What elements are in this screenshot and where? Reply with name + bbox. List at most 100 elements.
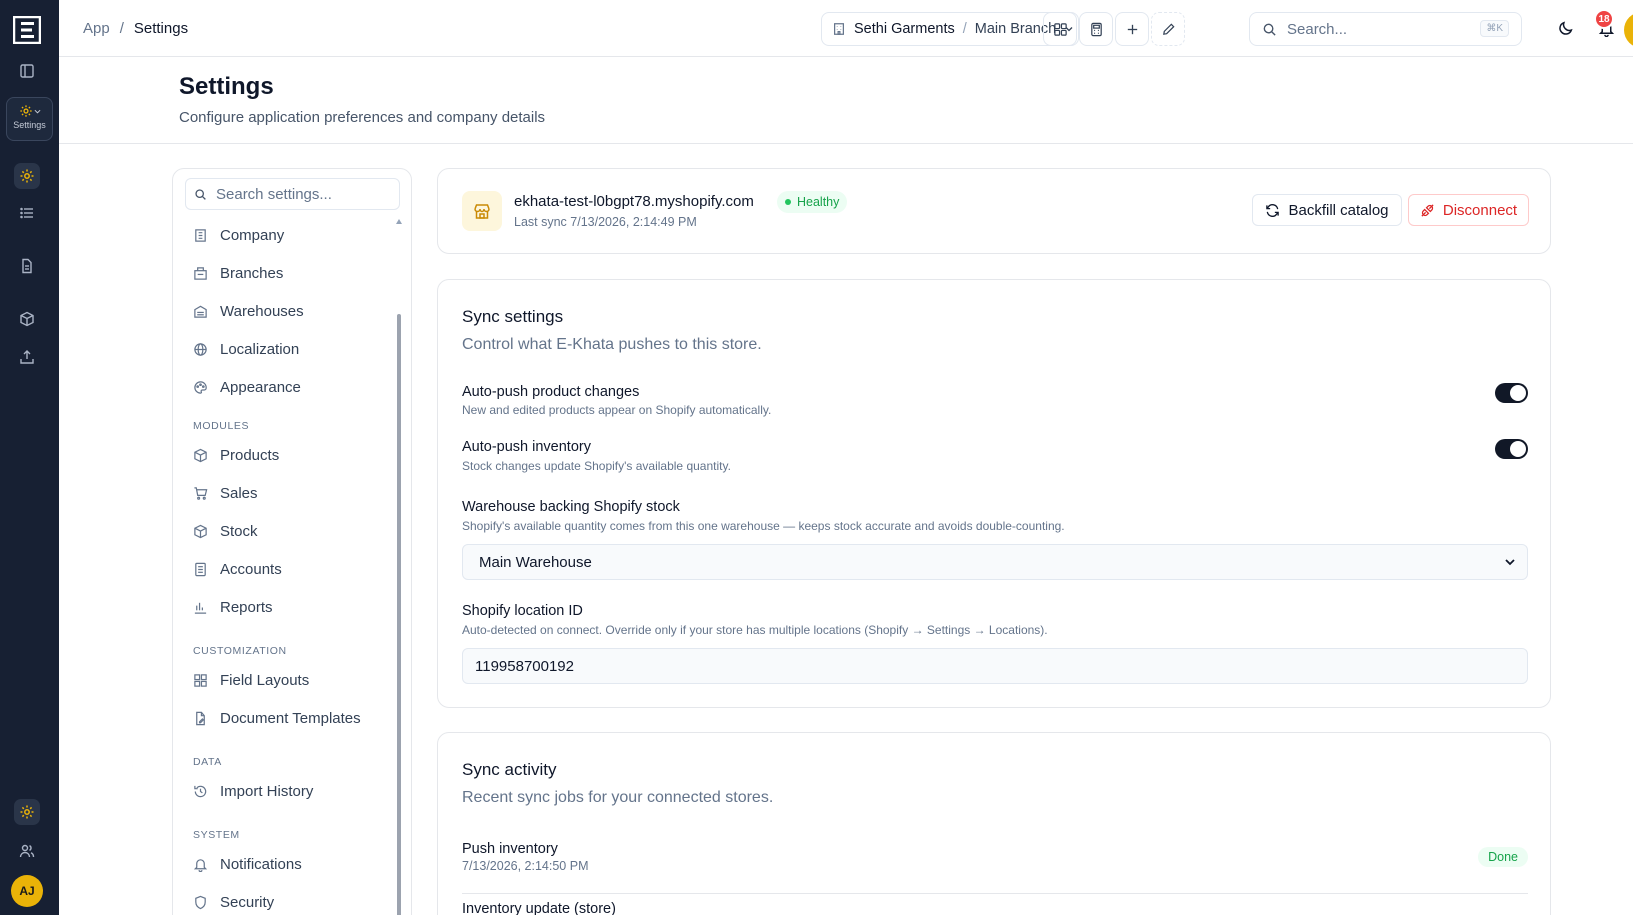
app-root: Settings AJ App / Settings Sethi Garment…: [0, 0, 1633, 915]
nav-item-label: Stock: [220, 522, 258, 540]
gear-icon: [19, 105, 32, 117]
warehouse-select[interactable]: Main Warehouse: [462, 544, 1528, 580]
disconnect-label: Disconnect: [1442, 201, 1518, 219]
search-icon: [195, 188, 206, 200]
rail-settings-icon[interactable]: [14, 163, 40, 189]
nav-item-stock[interactable]: Stock: [193, 519, 258, 543]
nav-item-reports[interactable]: Reports: [193, 595, 273, 619]
branch-separator: /: [962, 21, 967, 37]
nav-item-label: Document Templates: [220, 709, 361, 727]
nav-item-company[interactable]: Company: [193, 223, 284, 247]
status-badge: Healthy: [777, 191, 848, 213]
nav-item-field-layouts[interactable]: Field Layouts: [193, 668, 309, 692]
edit-layout-button[interactable]: [1151, 12, 1185, 46]
sync-activity-title: Sync activity: [462, 760, 557, 779]
rail-package-icon[interactable]: [14, 306, 40, 332]
store-icon: [462, 191, 502, 231]
sync-activity-subtitle: Recent sync jobs for your connected stor…: [462, 789, 774, 806]
app-rail: Settings AJ: [0, 0, 59, 915]
warehouse-help: Shopify's available quantity comes from …: [462, 519, 1065, 533]
building-icon: [195, 228, 206, 242]
nav-item-import-history[interactable]: Import History: [193, 779, 313, 803]
settings-nav: Search settings... Company Branches Ware…: [172, 168, 412, 915]
rail-document-icon[interactable]: [14, 253, 40, 279]
rail-users-icon[interactable]: [14, 838, 40, 864]
nav-item-label: Notifications: [220, 855, 302, 873]
scroll-up-arrow[interactable]: [396, 219, 402, 224]
backfill-catalog-button[interactable]: Backfill catalog: [1252, 194, 1402, 226]
sync-settings-card: Sync settings Control what E-Khata pushe…: [437, 279, 1551, 708]
building-icon: [834, 23, 844, 35]
disconnect-button[interactable]: Disconnect: [1408, 194, 1529, 226]
breadcrumb-current: Settings: [133, 20, 189, 37]
auto-push-inventory-help: Stock changes update Shopify's available…: [462, 459, 731, 473]
breadcrumb-root[interactable]: App: [83, 20, 110, 37]
nav-item-localization[interactable]: Localization: [193, 337, 299, 361]
package-icon: [194, 448, 207, 462]
nav-item-label: Localization: [220, 340, 300, 358]
nav-item-branches[interactable]: Branches: [193, 261, 283, 285]
avatar[interactable]: AJ: [11, 875, 43, 907]
auto-push-products-label: Auto-push product changes: [462, 384, 640, 400]
list-item[interactable]: Inventory update (store): [462, 901, 1528, 915]
nav-item-security[interactable]: Security: [193, 890, 274, 914]
job-status-badge: Done: [1478, 847, 1528, 867]
branch-switcher[interactable]: Sethi Garments / Main Branch: [821, 12, 1079, 46]
settings-tile-label: Settings: [13, 120, 46, 130]
job-title: Push inventory: [462, 841, 558, 857]
warehouse-icon: [194, 305, 207, 318]
calculator-button[interactable]: [1079, 12, 1113, 46]
location-id-label: Shopify location ID: [462, 603, 583, 619]
nav-item-notifications[interactable]: Notifications: [193, 852, 302, 876]
nav-section-customization: CUSTOMIZATION: [193, 645, 287, 657]
moon-icon: [1558, 20, 1573, 35]
nav-section-modules: MODULES: [193, 420, 250, 432]
apps-grid-button[interactable]: [1043, 12, 1077, 46]
chevron-down-icon: [34, 109, 40, 114]
rail-list-icon[interactable]: [14, 200, 40, 226]
refresh-icon: [1266, 203, 1280, 217]
palette-icon: [194, 380, 207, 394]
sidebar-toggle-icon[interactable]: [14, 58, 40, 84]
settings-search-placeholder: Search settings...: [216, 185, 332, 203]
nav-section-system: SYSTEM: [193, 829, 240, 841]
nav-item-label: Appearance: [220, 378, 301, 396]
auto-push-inventory-label: Auto-push inventory: [462, 439, 591, 455]
file-edit-icon: [196, 711, 205, 725]
status-badge-label: Healthy: [797, 195, 840, 209]
nav-item-sales[interactable]: Sales: [193, 481, 258, 505]
auto-push-inventory-toggle[interactable]: [1495, 439, 1528, 459]
store-domain: ekhata-test-l0bgpt78.myshopify.com: [514, 193, 754, 210]
page-subtitle: Configure application preferences and co…: [179, 109, 546, 126]
location-id-help: Auto-detected on connect. Override only …: [462, 623, 1048, 637]
list-item[interactable]: Push inventory 7/13/2026, 2:14:50 PM Don…: [462, 841, 1528, 873]
add-button[interactable]: [1115, 12, 1149, 46]
notifications-count-badge: 18: [1594, 9, 1614, 29]
nav-item-products[interactable]: Products: [193, 443, 279, 467]
nav-item-label: Sales: [220, 484, 258, 502]
company-name: Sethi Garments: [854, 21, 955, 37]
user-avatar[interactable]: AJ: [1624, 12, 1633, 48]
pencil-icon: [1162, 22, 1175, 35]
search-placeholder: Search...: [1287, 20, 1348, 38]
settings-search-input[interactable]: Search settings...: [185, 178, 400, 210]
toggle-knob: [1510, 441, 1526, 457]
theme-toggle-button[interactable]: [1554, 17, 1576, 39]
location-id-input[interactable]: 119958700192: [462, 648, 1528, 684]
shield-icon: [195, 895, 206, 909]
nav-item-accounts[interactable]: Accounts: [193, 557, 282, 581]
nav-item-appearance[interactable]: Appearance: [193, 375, 301, 399]
unplug-icon: [1421, 203, 1434, 217]
top-bar: App / Settings Sethi Garments / Main Bra…: [59, 0, 1633, 57]
nav-item-warehouses[interactable]: Warehouses: [193, 299, 304, 323]
rail-upload-icon[interactable]: [14, 344, 40, 370]
rail-bottom-settings-icon[interactable]: [14, 799, 40, 825]
nav-scrollbar[interactable]: [397, 314, 401, 915]
nav-section-data: DATA: [193, 756, 222, 768]
nav-item-document-templates[interactable]: Document Templates: [193, 706, 361, 730]
app-logo-icon[interactable]: [13, 16, 41, 44]
nav-item-label: Branches: [220, 264, 284, 282]
auto-push-products-toggle[interactable]: [1495, 383, 1528, 403]
workspace-switcher-settings[interactable]: Settings: [6, 97, 53, 141]
global-search-input[interactable]: Search... ⌘K: [1249, 12, 1522, 46]
